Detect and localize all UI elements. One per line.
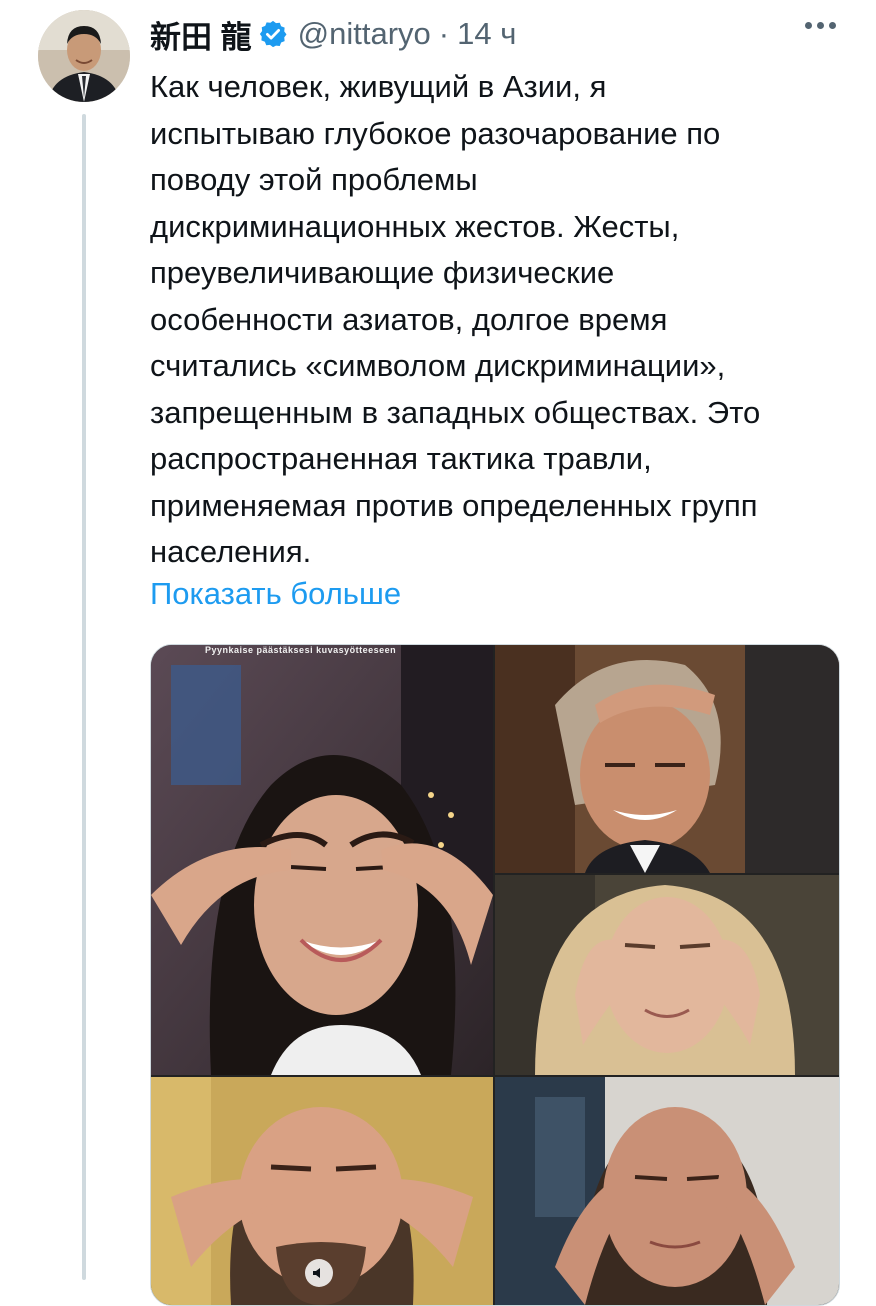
speaker-icon[interactable] [305, 1259, 333, 1287]
avatar-photo [38, 10, 130, 102]
more-options-icon[interactable] [805, 22, 836, 29]
author-avatar[interactable] [38, 10, 130, 102]
tweet-header: 新田 龍 @nittaryo · 14 ч [150, 12, 516, 56]
verified-badge-icon [259, 20, 287, 48]
video-tile-man-short-hair [495, 1077, 839, 1305]
tweet-text: Как человек, живущий в Азии, я испытываю… [150, 69, 761, 569]
show-more-link[interactable]: Показать больше [150, 572, 401, 616]
video-tile-man-grey-hair [495, 645, 839, 873]
video-tile-man-beard [151, 1077, 493, 1305]
separator-dot: · [438, 16, 450, 51]
author-name[interactable]: 新田 龍 [150, 12, 252, 57]
tweet-media[interactable]: Pyynkaise päästäksesi kuvasyötteeseen [150, 644, 840, 1306]
media-watermark: Pyynkaise päästäksesi kuvasyötteeseen [205, 645, 396, 655]
video-tile-woman-dark-hair: Pyynkaise päästäksesi kuvasyötteeseen [151, 645, 493, 1075]
video-tile-woman-blonde [495, 875, 839, 1075]
tweet-timestamp[interactable]: 14 ч [457, 16, 516, 52]
author-handle[interactable]: @nittaryo [298, 16, 431, 52]
thread-line [82, 114, 86, 1280]
